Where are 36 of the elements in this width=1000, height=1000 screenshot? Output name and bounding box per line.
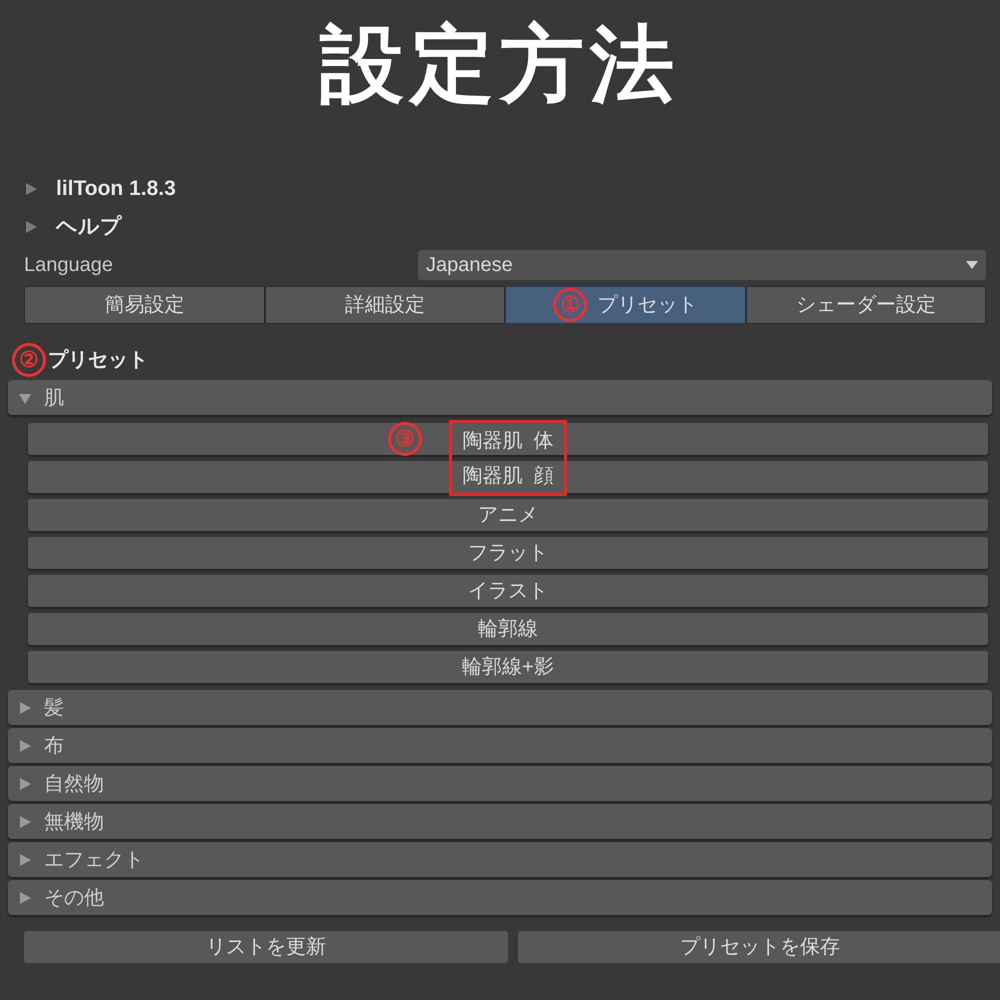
category-foldout[interactable]: 髪: [8, 690, 992, 725]
preset-button[interactable]: フラット: [28, 537, 988, 569]
category-foldout[interactable]: 肌: [8, 380, 992, 415]
preset-button[interactable]: アニメ: [28, 499, 988, 531]
step-marker: ③: [388, 422, 422, 456]
language-dropdown[interactable]: Japanese: [418, 250, 986, 280]
tab[interactable]: シェーダー設定: [746, 286, 986, 324]
category-foldout[interactable]: 自然物: [8, 766, 992, 801]
language-label: Language: [24, 253, 114, 278]
step-marker: ①: [553, 288, 588, 322]
preset-label: 輪郭線: [477, 617, 539, 642]
section-title: プリセット: [48, 348, 148, 373]
highlighted-label: 陶器肌 体: [449, 420, 567, 458]
foldout-header[interactable]: ヘルプ: [12, 208, 988, 246]
preset-label: アニメ: [477, 503, 539, 528]
action-button[interactable]: プリセットを保存: [518, 931, 1000, 963]
category-foldout[interactable]: 布: [8, 728, 992, 763]
preset-button[interactable]: 輪郭線+影: [28, 651, 988, 683]
step-marker: ②: [12, 343, 46, 377]
foldout-header[interactable]: lilToon 1.8.3: [12, 170, 988, 208]
dropdown-caret-icon: [966, 261, 978, 269]
action-button[interactable]: リストを更新: [24, 931, 508, 963]
preset-button[interactable]: イラスト: [28, 575, 988, 607]
category-foldout[interactable]: エフェクト: [8, 842, 992, 877]
preset-button[interactable]: 輪郭線: [28, 613, 988, 645]
tab[interactable]: 詳細設定: [264, 286, 505, 324]
preset-label: イラスト: [467, 579, 549, 604]
category-foldout[interactable]: その他: [8, 880, 992, 915]
category-foldout[interactable]: 無機物: [8, 804, 992, 839]
preset-button[interactable]: 陶器肌 顔: [28, 461, 988, 493]
preset-label: 輪郭線+影: [461, 655, 555, 680]
preset-label: フラット: [467, 541, 549, 566]
page-heading: 設定方法: [320, 16, 680, 113]
tab[interactable]: 簡易設定: [24, 286, 264, 324]
highlighted-label: 陶器肌 顔: [449, 458, 567, 496]
tab[interactable]: ① プリセット: [505, 286, 746, 324]
